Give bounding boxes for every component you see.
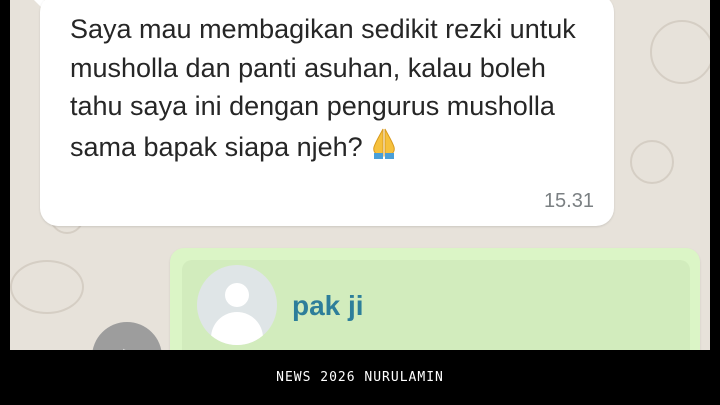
contact-name[interactable]: pak ji xyxy=(292,290,364,322)
forward-button[interactable]: ▶ xyxy=(92,322,162,350)
incoming-message-text: Saya mau membagikan sedikit rezki untuk … xyxy=(70,10,590,170)
caption-text: NEWS 2026 NURULAMIN xyxy=(276,370,444,385)
wallpaper-doodle xyxy=(630,140,674,184)
message-timestamp: 15.31 xyxy=(543,190,594,212)
shared-contact-card[interactable]: pak ji xyxy=(182,260,690,350)
wallpaper-doodle xyxy=(650,20,710,84)
incoming-message-bubble[interactable]: Saya mau membagikan sedikit rezki untuk … xyxy=(40,0,614,226)
wallpaper-doodle xyxy=(10,260,84,314)
chat-area: Saya mau membagikan sedikit rezki untuk … xyxy=(10,0,710,350)
contact-avatar-icon xyxy=(197,265,277,345)
folded-hands-icon xyxy=(367,126,401,171)
